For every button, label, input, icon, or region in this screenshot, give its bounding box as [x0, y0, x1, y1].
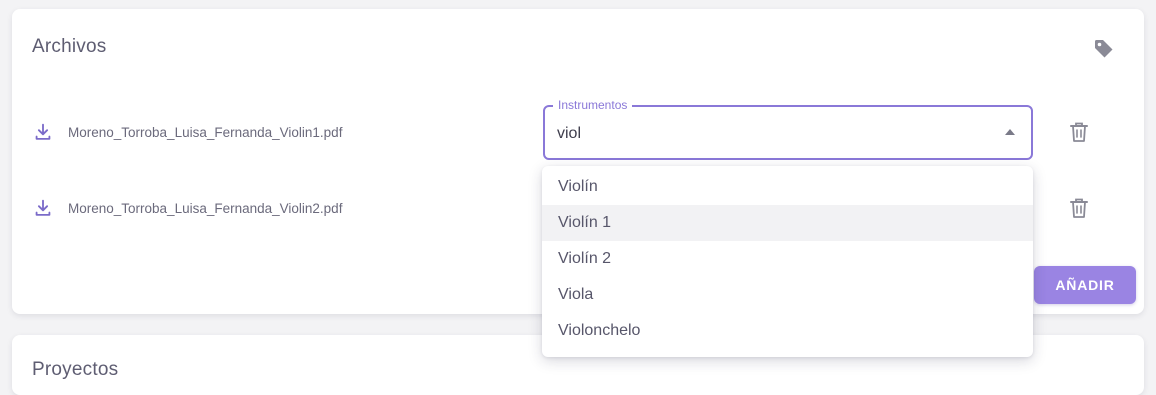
projects-card-title: Proyectos — [32, 359, 119, 380]
file-row: Moreno_Torroba_Luisa_Fernanda_Violin1.pd… — [32, 120, 342, 144]
instruments-input[interactable] — [557, 123, 987, 145]
trash-icon[interactable] — [1068, 196, 1090, 220]
download-icon[interactable] — [32, 197, 54, 219]
files-card-title: Archivos — [32, 36, 107, 57]
instruments-dropdown-list: Violín Violín 1 Violín 2 Viola Violonche… — [542, 166, 1033, 357]
instruments-field-label: Instrumentos — [553, 98, 633, 112]
instruments-autocomplete[interactable]: Instrumentos — [543, 98, 1033, 160]
file-row: Moreno_Torroba_Luisa_Fernanda_Violin2.pd… — [32, 196, 342, 220]
dropdown-option[interactable]: Violín 2 — [542, 241, 1033, 277]
trash-icon[interactable] — [1068, 120, 1090, 144]
add-button[interactable]: AÑADIR — [1034, 266, 1136, 304]
dropdown-option[interactable]: Violonchelo — [542, 313, 1033, 349]
dropdown-option[interactable]: Violín 1 — [542, 205, 1033, 241]
tag-icon[interactable] — [1092, 37, 1116, 61]
dropdown-option[interactable]: Viola — [542, 277, 1033, 313]
file-name-link[interactable]: Moreno_Torroba_Luisa_Fernanda_Violin1.pd… — [68, 125, 342, 140]
download-icon[interactable] — [32, 121, 54, 143]
dropdown-option[interactable]: Violín — [542, 169, 1033, 205]
dropdown-arrow-icon[interactable] — [1005, 129, 1015, 135]
file-name-link[interactable]: Moreno_Torroba_Luisa_Fernanda_Violin2.pd… — [68, 201, 342, 216]
